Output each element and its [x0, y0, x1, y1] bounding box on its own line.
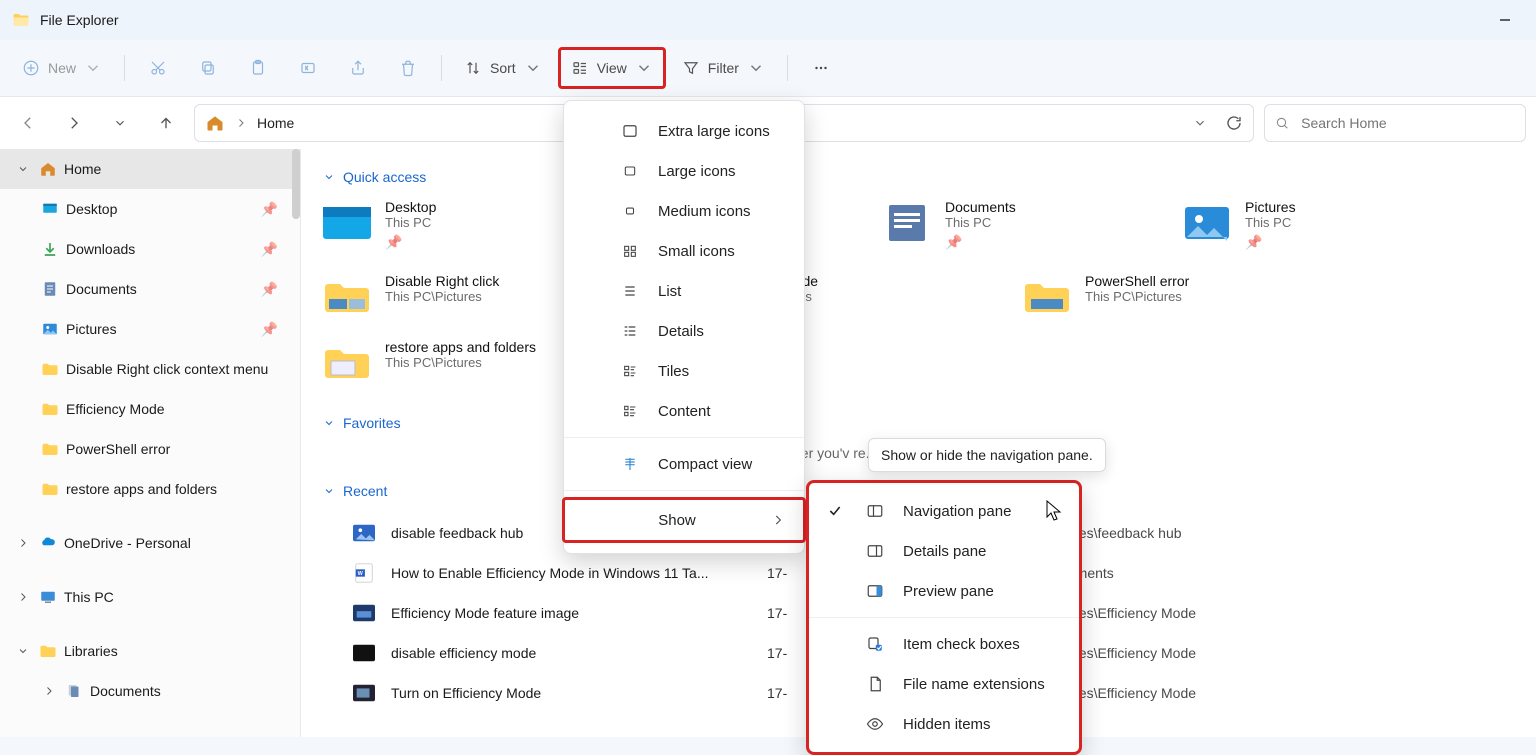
- chevron-down-icon: [635, 59, 653, 77]
- new-button[interactable]: New: [12, 50, 112, 86]
- breadcrumb-home[interactable]: Home: [257, 115, 294, 131]
- sidebar-item-home[interactable]: Home: [0, 149, 300, 189]
- paste-button[interactable]: [237, 50, 279, 86]
- svg-text:W: W: [358, 571, 364, 577]
- sidebar-item-label: Downloads: [66, 241, 135, 257]
- chevron-down-icon[interactable]: [1193, 116, 1207, 130]
- window-title: File Explorer: [40, 12, 119, 28]
- pin-icon: 📌: [261, 281, 278, 298]
- rename-button[interactable]: [287, 50, 329, 86]
- tooltip: Show or hide the navigation pane.: [868, 438, 1106, 472]
- back-button[interactable]: [10, 105, 46, 141]
- navigation-pane: Home Desktop 📌 Downloads 📌 Documents 📌 P…: [0, 149, 301, 737]
- title-bar: File Explorer: [0, 0, 1536, 40]
- sidebar-item-restore[interactable]: restore apps and folders: [0, 469, 300, 509]
- sidebar-item-label: restore apps and folders: [66, 481, 217, 497]
- pin-icon: 📌: [945, 234, 1016, 251]
- view-tiles[interactable]: Tiles: [564, 351, 804, 391]
- sidebar-item-powershell-error[interactable]: PowerShell error: [0, 429, 300, 469]
- home-icon: [205, 113, 225, 133]
- sidebar-item-efficiency-mode[interactable]: Efficiency Mode: [0, 389, 300, 429]
- section-quick-access[interactable]: Quick access: [323, 169, 1514, 185]
- pin-icon: 📌: [261, 321, 278, 338]
- search-box[interactable]: [1264, 104, 1526, 142]
- quick-access-disable-rc[interactable]: Disable Right clickThis PC\Pictures: [323, 273, 583, 321]
- view-menu: Extra large icons Large icons Medium ico…: [563, 100, 805, 554]
- delete-button[interactable]: [387, 50, 429, 86]
- view-compact[interactable]: Compact view: [564, 444, 804, 484]
- sidebar-item-label: OneDrive - Personal: [64, 535, 191, 551]
- up-button[interactable]: [148, 105, 184, 141]
- show-file-extensions[interactable]: File name extensions: [809, 664, 1079, 704]
- minimize-button[interactable]: [1482, 0, 1528, 40]
- show-navigation-pane[interactable]: Navigation pane: [809, 491, 1079, 531]
- sidebar-item-label: Documents: [90, 683, 161, 699]
- view-large[interactable]: Large icons: [564, 151, 804, 191]
- scrollbar[interactable]: [292, 149, 300, 219]
- show-preview-pane[interactable]: Preview pane: [809, 571, 1079, 611]
- sidebar-item-onedrive[interactable]: OneDrive - Personal: [0, 523, 300, 563]
- folder-icon: [12, 11, 30, 29]
- section-favorites[interactable]: Favorites: [323, 415, 1514, 431]
- sidebar-item-lib-documents[interactable]: Documents: [0, 671, 300, 711]
- quick-access-desktop[interactable]: DesktopThis PC📌: [323, 199, 583, 251]
- view-content[interactable]: Content: [564, 391, 804, 431]
- show-item-checkboxes[interactable]: Item check boxes: [809, 624, 1079, 664]
- recent-locations-button[interactable]: [102, 105, 138, 141]
- view-extra-large[interactable]: Extra large icons: [564, 111, 804, 151]
- copy-button[interactable]: [187, 50, 229, 86]
- filter-button[interactable]: Filter: [672, 50, 775, 86]
- more-button[interactable]: [800, 50, 842, 86]
- pin-icon: 📌: [261, 241, 278, 258]
- toolbar: New Sort View Filter: [0, 40, 1536, 97]
- pin-icon: 📌: [385, 234, 436, 251]
- show-hidden-items[interactable]: Hidden items: [809, 704, 1079, 744]
- refresh-icon[interactable]: [1225, 114, 1243, 132]
- quick-access-documents[interactable]: DocumentsThis PC📌: [883, 199, 1143, 251]
- view-button[interactable]: View: [558, 47, 666, 89]
- quick-access-restore[interactable]: restore apps and foldersThis PC\Pictures: [323, 339, 583, 387]
- search-input[interactable]: [1299, 114, 1515, 132]
- view-show[interactable]: Show: [562, 497, 806, 543]
- sidebar-item-this-pc[interactable]: This PC: [0, 577, 300, 617]
- sidebar-item-label: Pictures: [66, 321, 117, 337]
- sidebar-item-pictures[interactable]: Pictures 📌: [0, 309, 300, 349]
- chevron-down-icon: [524, 59, 542, 77]
- view-details[interactable]: Details: [564, 311, 804, 351]
- sidebar-item-label: Libraries: [64, 643, 118, 659]
- cursor-icon: [1046, 500, 1064, 522]
- chevron-down-icon: [84, 59, 102, 77]
- sort-button[interactable]: Sort: [454, 50, 552, 86]
- sidebar-item-desktop[interactable]: Desktop 📌: [0, 189, 300, 229]
- view-small[interactable]: Small icons: [564, 231, 804, 271]
- sidebar-item-documents[interactable]: Documents 📌: [0, 269, 300, 309]
- quick-access-pictures[interactable]: PicturesThis PC📌: [1183, 199, 1443, 251]
- view-medium[interactable]: Medium icons: [564, 191, 804, 231]
- sidebar-item-libraries[interactable]: Libraries: [0, 631, 300, 671]
- chevron-down-icon: [747, 59, 765, 77]
- pin-icon: 📌: [1245, 234, 1296, 251]
- cut-button[interactable]: [137, 50, 179, 86]
- sidebar-item-label: PowerShell error: [66, 441, 170, 457]
- sidebar-item-downloads[interactable]: Downloads 📌: [0, 229, 300, 269]
- share-button[interactable]: [337, 50, 379, 86]
- chevron-right-icon: [771, 513, 785, 527]
- quick-access-ps-error[interactable]: PowerShell errorThis PC\Pictures: [1023, 273, 1283, 321]
- forward-button[interactable]: [56, 105, 92, 141]
- chevron-right-icon: [235, 117, 247, 129]
- sidebar-item-label: Desktop: [66, 201, 117, 217]
- sidebar-item-label: Efficiency Mode: [66, 401, 165, 417]
- pin-icon: 📌: [261, 201, 278, 218]
- view-list[interactable]: List: [564, 271, 804, 311]
- show-submenu: Navigation pane Details pane Preview pan…: [806, 480, 1082, 755]
- sidebar-item-label: Documents: [66, 281, 137, 297]
- sidebar-item-label: Home: [64, 161, 101, 177]
- search-icon: [1275, 115, 1289, 131]
- sidebar-item-disable-rc[interactable]: Disable Right click context menu: [0, 349, 300, 389]
- sidebar-item-label: This PC: [64, 589, 114, 605]
- show-details-pane[interactable]: Details pane: [809, 531, 1079, 571]
- sidebar-item-label: Disable Right click context menu: [66, 361, 268, 377]
